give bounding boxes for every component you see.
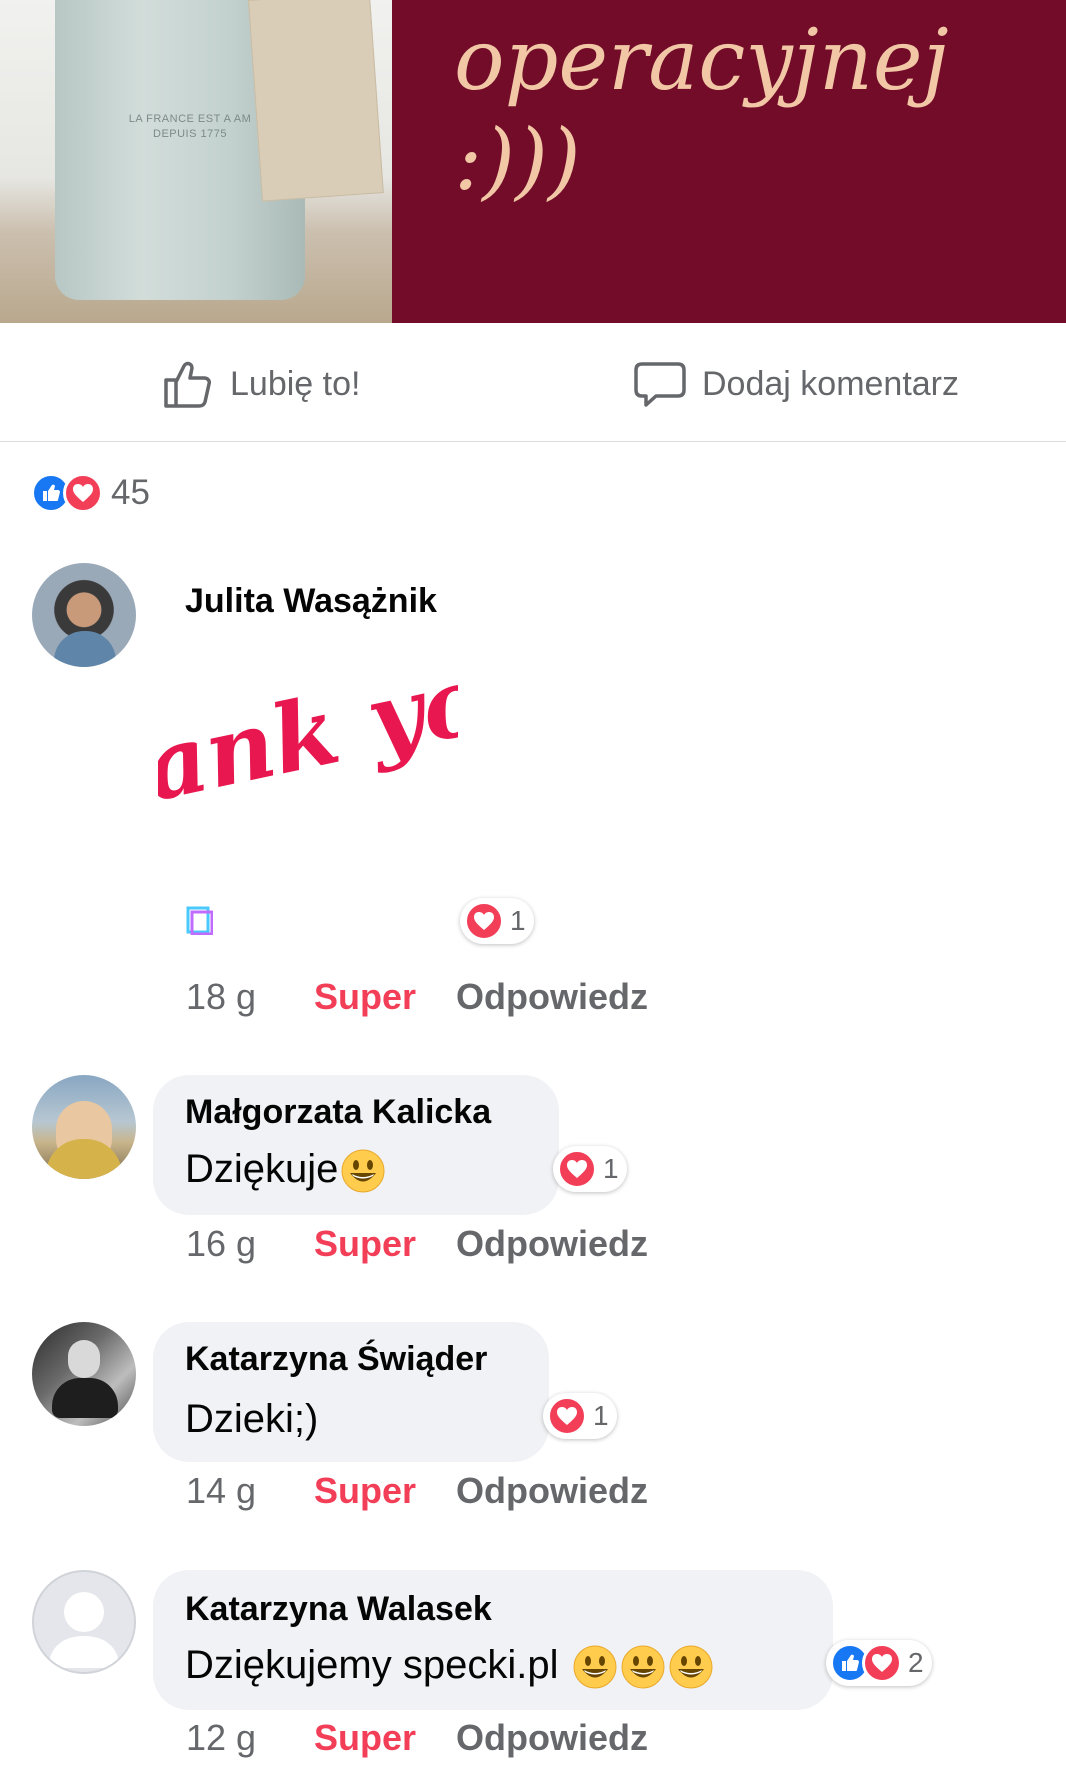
add-comment-button[interactable]: Dodaj komentarz [634,358,959,410]
comment-author[interactable]: Małgorzata Kalicka [185,1093,491,1132]
reply-button[interactable]: Odpowiedz [456,1717,648,1759]
comment-reaction-count: 1 [593,1400,609,1431]
jug-engraving: LA FRANCE EST A AM DEPUIS 1775 [128,113,252,140]
gift-tag [248,0,384,202]
comment-text: Dziękuje [185,1147,339,1191]
banner-text-panel: operacyjnej :))) [392,0,1066,323]
like-button-label: Lubię to! [230,364,361,403]
avatar-shoulders [54,631,116,667]
post-action-bar: Lubię to! Dodaj komentarz [0,323,1066,442]
comment-meta: 18 g Super Odpowiedz [186,976,648,1018]
comment-time[interactable]: 12 g [186,1717,314,1759]
watering-can-photo: LA FRANCE EST A AM DEPUIS 1775 [0,0,392,323]
comment-text-row: Dziękuje [185,1147,386,1194]
comment-meta: 12 g Super Odpowiedz [186,1717,648,1759]
comment-reaction-count: 1 [510,905,526,936]
speech-bubble-icon [634,358,686,410]
thumbs-up-outline-icon [162,358,214,410]
comment-reaction-count: 1 [603,1153,619,1184]
comment-text: Dziękujemy specki.pl [185,1643,559,1687]
comment-author[interactable]: Katarzyna Walasek [185,1590,492,1629]
user-silhouette-icon [48,1592,120,1668]
banner-text: operacyjnej :))) [454,10,949,210]
reactions-summary[interactable]: 45 [31,473,150,513]
comment-meta: 14 g Super Odpowiedz [186,1470,648,1512]
banner-text-line2: :))) [454,111,581,209]
comment-text: Dzieki;) [185,1397,319,1441]
reaction-count: 45 [111,473,150,512]
post-image[interactable]: LA FRANCE EST A AM DEPUIS 1775 operacyjn… [0,0,1066,323]
comment-author[interactable]: Katarzyna Świąder [185,1340,487,1379]
love-reaction-icon [557,1149,597,1189]
reply-button[interactable]: Odpowiedz [456,976,648,1018]
love-reaction-icon [862,1643,902,1683]
grinning-face-emoji [621,1645,665,1689]
comment-reaction-pill[interactable]: 1 [543,1393,617,1439]
comment-author[interactable]: Julita Wasążnik [185,582,437,621]
add-comment-label: Dodaj komentarz [702,364,960,403]
love-reaction-icon [464,901,504,941]
avatar[interactable] [32,1075,136,1179]
avatar-face [68,1340,100,1378]
comment-time[interactable]: 16 g [186,1223,314,1265]
avatar[interactable] [32,563,136,667]
comment-reaction-pill[interactable]: 1 [460,898,534,944]
avatar[interactable] [32,1322,136,1426]
comment-reaction-pill[interactable]: 2 [826,1640,932,1686]
comment-time[interactable]: 18 g [186,976,314,1018]
comment-text-row: Dziękujemy specki.pl [185,1643,714,1690]
comment-reaction-count: 2 [908,1647,924,1678]
animated-sticker-icon [186,906,213,935]
super-reaction-button[interactable]: Super [314,976,456,1018]
love-reaction-icon [547,1396,587,1436]
thank-you-sticker[interactable]: Thank you! [158,668,458,940]
reply-button[interactable]: Odpowiedz [456,1470,648,1512]
super-reaction-button[interactable]: Super [314,1717,456,1759]
grinning-face-emoji [341,1149,385,1193]
like-button[interactable]: Lubię to! [162,358,360,410]
comment-reaction-pill[interactable]: 1 [553,1146,627,1192]
avatar-body [52,1378,118,1418]
banner-text-line1: operacyjnej [454,11,949,109]
comment-time[interactable]: 14 g [186,1470,314,1512]
love-reaction-icon [63,473,103,513]
super-reaction-button[interactable]: Super [314,1223,456,1265]
default-avatar[interactable] [32,1570,136,1674]
grinning-face-emoji [573,1645,617,1689]
comment-meta: 16 g Super Odpowiedz [186,1223,648,1265]
grinning-face-emoji [669,1645,713,1689]
sticker-text: Thank you! [158,668,458,852]
reply-button[interactable]: Odpowiedz [456,1223,648,1265]
super-reaction-button[interactable]: Super [314,1470,456,1512]
